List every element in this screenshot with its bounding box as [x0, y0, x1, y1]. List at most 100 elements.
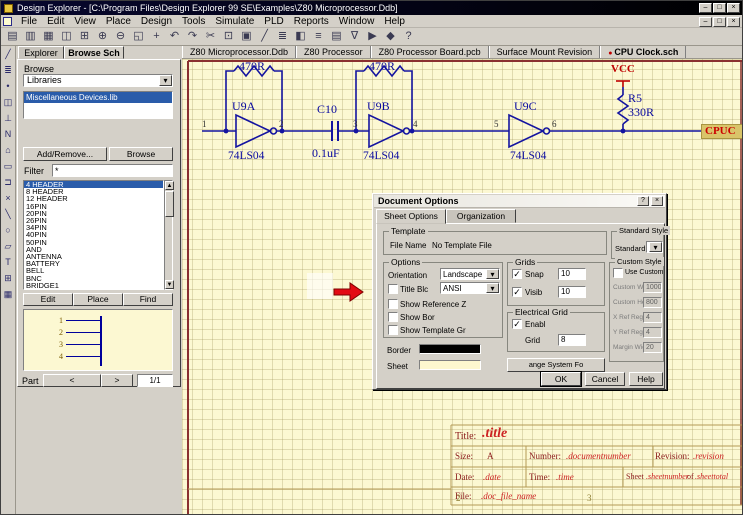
gate1-ref-label[interactable]: U9A — [232, 99, 255, 114]
document-tab[interactable]: Z80 Processor — [296, 46, 371, 58]
wire-tool-icon[interactable]: ╱ — [2, 48, 15, 61]
gate2-part-label[interactable]: 74LS04 — [363, 150, 399, 162]
component-list-item[interactable]: BELL — [24, 267, 163, 274]
help-icon[interactable]: ? — [400, 29, 417, 44]
show-template-checkbox[interactable] — [388, 325, 398, 335]
component-list-scrollbar[interactable]: ▲ ▼ — [164, 180, 173, 290]
bus-tool-icon[interactable]: ≣ — [2, 64, 15, 77]
print-preview-icon[interactable]: ◫ — [58, 29, 75, 44]
undo-icon[interactable]: ↶ — [166, 29, 183, 44]
menu-item[interactable]: Simulate — [210, 16, 259, 27]
show-border-checkbox[interactable] — [388, 312, 398, 322]
orientation-select[interactable]: Landscape — [440, 268, 500, 280]
electrical-grid-field[interactable]: 8 — [558, 334, 586, 346]
snap-grid-field[interactable]: 10 — [558, 268, 586, 280]
copy-icon[interactable]: ⊡ — [220, 29, 237, 44]
capacitor-ref-label[interactable]: C10 — [317, 102, 337, 117]
junction-tool-icon[interactable]: • — [2, 80, 15, 93]
library-list-item[interactable]: Miscellaneous Devices.lib — [24, 92, 172, 103]
resistor3-value-label[interactable]: 330R — [628, 105, 654, 120]
place-button[interactable]: Place — [73, 293, 123, 306]
browse-library-icon[interactable]: ▤ — [328, 29, 345, 44]
bus-icon[interactable]: ≣ — [274, 29, 291, 44]
minimize-icon[interactable]: – — [699, 3, 712, 13]
menu-item[interactable]: Tools — [177, 16, 210, 27]
menu-item[interactable]: Window — [334, 16, 380, 27]
power-port-tool-icon[interactable]: ⊥ — [2, 112, 15, 125]
zoom-in-icon[interactable]: ⊕ — [94, 29, 111, 44]
port-tool-icon[interactable]: ⌂ — [2, 144, 15, 157]
help-button[interactable]: Help — [629, 372, 663, 386]
dialog-tab[interactable]: Organization — [446, 209, 516, 223]
menu-item[interactable]: View — [69, 16, 101, 27]
array-paste-tool-icon[interactable]: ▦ — [2, 288, 15, 301]
edit-button[interactable]: Edit — [23, 293, 73, 306]
doc-restore-icon[interactable]: □ — [713, 17, 726, 27]
open-document-icon[interactable]: ▤ — [4, 29, 21, 44]
net-label-cpuclk[interactable]: CPUC — [701, 124, 743, 139]
dialog-close-icon[interactable]: × — [651, 196, 663, 206]
scroll-down-icon[interactable]: ▼ — [165, 280, 174, 289]
print-icon[interactable]: ▦ — [40, 29, 57, 44]
pan-icon[interactable]: + — [148, 29, 165, 44]
doc-close-icon[interactable]: × — [727, 17, 740, 27]
visible-grid-field[interactable]: 10 — [558, 286, 586, 298]
use-custom-checkbox[interactable] — [613, 268, 623, 278]
document-tab[interactable]: CPU Clock.sch — [600, 46, 686, 58]
doc-minimize-icon[interactable]: – — [699, 17, 712, 27]
menu-item[interactable]: Help — [379, 16, 410, 27]
document-window-icon[interactable] — [3, 17, 12, 26]
title-block-checkbox[interactable] — [388, 284, 398, 294]
margin-width-field[interactable]: 20 — [643, 342, 662, 353]
y-ref-region-field[interactable]: 4 — [643, 327, 662, 338]
line-tool-icon[interactable]: ╲ — [2, 208, 15, 221]
menu-item[interactable]: File — [16, 16, 42, 27]
place-part-icon[interactable]: ◧ — [292, 29, 309, 44]
electrical-grid-enable-checkbox[interactable] — [512, 319, 522, 329]
grid-tool-icon[interactable]: ⊞ — [2, 272, 15, 285]
custom-width-field[interactable]: 1000 — [643, 282, 662, 293]
save-icon[interactable]: ▥ — [22, 29, 39, 44]
dialog-titlebar[interactable]: Document Options — [374, 195, 665, 208]
filter-input[interactable] — [52, 164, 173, 177]
x-ref-region-field[interactable]: 4 — [643, 312, 662, 323]
ok-button[interactable]: OK — [541, 372, 581, 386]
cancel-button[interactable]: Cancel — [585, 372, 625, 386]
sheet-entry-tool-icon[interactable]: ⊐ — [2, 176, 15, 189]
resistor1-value-label[interactable]: 470R — [239, 59, 265, 74]
maximize-icon[interactable]: □ — [713, 3, 726, 13]
part-next-button[interactable]: > — [101, 374, 133, 387]
zoom-window-icon[interactable]: ⊞ — [76, 29, 93, 44]
no-erc-tool-icon[interactable]: × — [2, 192, 15, 205]
zoom-all-icon[interactable]: ◱ — [130, 29, 147, 44]
gate3-part-label[interactable]: 74LS04 — [510, 150, 546, 162]
part-prev-button[interactable]: < — [43, 374, 101, 387]
panel-tab[interactable]: Browse Sch — [64, 46, 124, 59]
resistor2-value-label[interactable]: 470R — [369, 59, 395, 74]
net-label-icon[interactable]: ≡ — [310, 29, 327, 44]
menu-item[interactable]: Place — [101, 16, 136, 27]
menu-item[interactable]: Reports — [289, 16, 334, 27]
add-remove-button[interactable]: Add/Remove... — [23, 147, 107, 161]
resistor3-ref-label[interactable]: R5 — [628, 91, 642, 106]
snap-grid-checkbox[interactable] — [512, 269, 522, 279]
browse-button[interactable]: Browse — [109, 147, 173, 161]
custom-height-field[interactable]: 800 — [643, 297, 662, 308]
part-tool-icon[interactable]: ◫ — [2, 96, 15, 109]
browse-category-select[interactable]: Libraries — [23, 74, 173, 87]
gate3-ref-label[interactable]: U9C — [514, 99, 537, 114]
show-reference-checkbox[interactable] — [388, 299, 398, 309]
net-label-tool-icon[interactable]: N — [2, 128, 15, 141]
simulate-icon[interactable]: ▶ — [364, 29, 381, 44]
find-button[interactable]: Find — [123, 293, 173, 306]
document-tab[interactable]: Z80 Microprocessor.Ddb — [182, 46, 296, 58]
ellipse-tool-icon[interactable]: ○ — [2, 224, 15, 237]
scrollbar-thumb[interactable] — [165, 191, 174, 217]
redo-icon[interactable]: ↷ — [184, 29, 201, 44]
menu-item[interactable]: Design — [136, 16, 177, 27]
standard-style-select[interactable]: A — [646, 241, 663, 253]
close-icon[interactable]: × — [727, 3, 740, 13]
filter-icon[interactable]: ∇ — [346, 29, 363, 44]
capacitor-value-label[interactable]: 0.1uF — [312, 146, 340, 161]
dialog-tab[interactable]: Sheet Options — [376, 209, 446, 224]
